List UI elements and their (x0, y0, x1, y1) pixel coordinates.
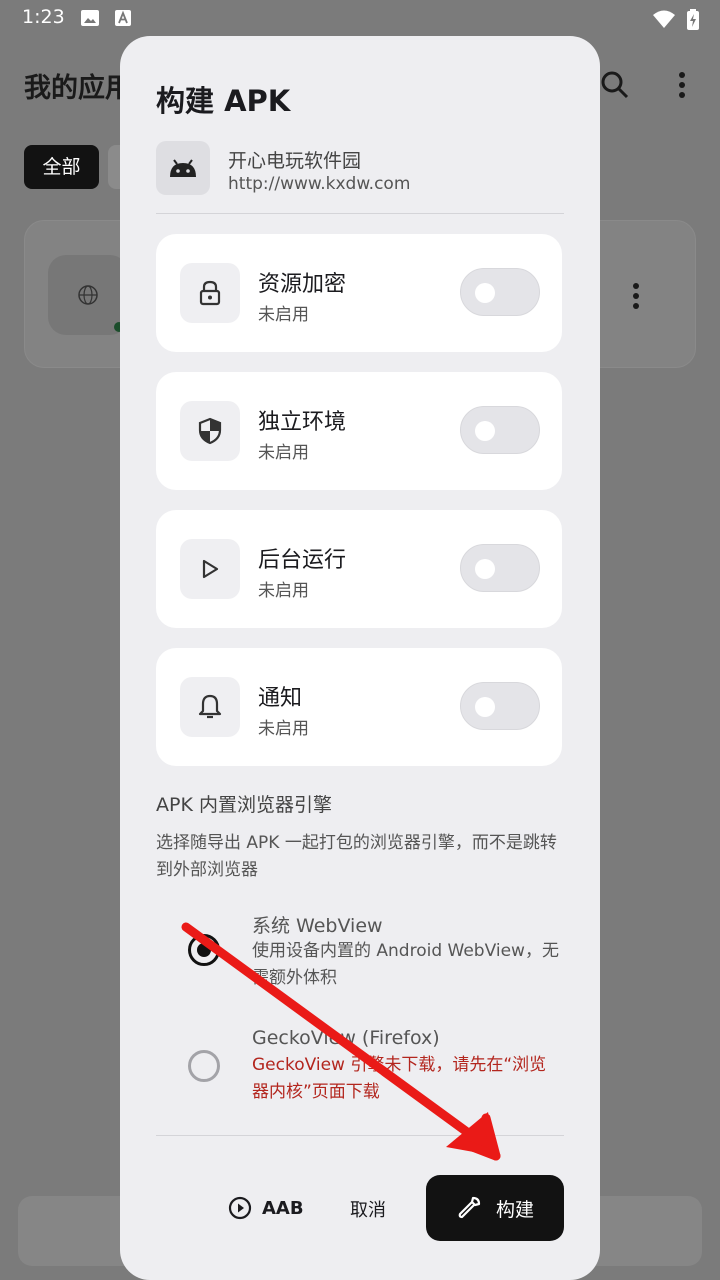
notification-toggle[interactable] (460, 682, 540, 730)
shield-icon (198, 417, 222, 445)
option-status: 未启用 (258, 305, 309, 325)
option-icon-box (180, 539, 240, 599)
card-more-icon (633, 283, 639, 309)
android-icon (170, 159, 196, 177)
option-notification: 通知 未启用 (156, 648, 562, 766)
font-notification-icon (115, 10, 131, 26)
build-button[interactable]: 构建 (426, 1175, 564, 1241)
more-icon (679, 72, 685, 98)
geckoview-title[interactable]: GeckoView (Firefox) (252, 1027, 440, 1049)
isolated-environment-toggle[interactable] (460, 406, 540, 454)
option-title: 独立环境 (258, 410, 347, 435)
engine-section-title: APK 内置浏览器引擎 (156, 794, 332, 816)
cancel-button[interactable]: 取消 (350, 1196, 386, 1222)
system-webview-description: 使用设备内置的 Android WebView，无需额外体积 (252, 941, 559, 988)
divider (156, 1135, 564, 1136)
status-bar: 1:23 (0, 0, 720, 36)
app-name: 开心电玩软件园 (228, 150, 362, 172)
option-icon-box (180, 401, 240, 461)
app-url: http://www.kxdw.com (228, 174, 411, 194)
search-icon (601, 71, 629, 99)
app-icon (156, 141, 210, 195)
geckoview-error-message: GeckoView 引擎未下载，请先在“浏览器内核”页面下载 (252, 1055, 547, 1102)
system-webview-radio[interactable] (188, 934, 220, 966)
option-status: 未启用 (258, 581, 309, 601)
option-title: 后台运行 (258, 548, 347, 573)
build-apk-dialog: 构建 APK 开心电玩软件园 http://www.kxdw.com 资源加密 … (120, 36, 600, 1280)
battery-icon (687, 9, 699, 30)
toggle-knob (475, 559, 495, 579)
play-icon (202, 559, 219, 579)
filter-chip-all: 全部 (24, 145, 99, 189)
divider (156, 213, 564, 214)
aab-button[interactable]: AAB (228, 1192, 304, 1224)
toggle-knob (475, 421, 495, 441)
option-title: 通知 (258, 686, 303, 711)
toggle-knob (475, 697, 495, 717)
engine-section-description: 选择随导出 APK 一起打包的浏览器引擎，而不是跳转到外部浏览器 (156, 833, 557, 880)
option-resource-encryption: 资源加密 未启用 (156, 234, 562, 352)
bell-icon (198, 694, 222, 719)
status-time: 1:23 (22, 6, 65, 28)
option-icon-box (180, 263, 240, 323)
option-status: 未启用 (258, 443, 309, 463)
option-title: 资源加密 (258, 272, 347, 297)
background-page-title: 我的应用 (24, 73, 132, 104)
option-icon-box (180, 677, 240, 737)
wrench-icon (458, 1196, 481, 1219)
image-notification-icon (81, 10, 99, 26)
lock-icon (199, 280, 221, 306)
option-background-run: 后台运行 未启用 (156, 510, 562, 628)
play-circle-icon (228, 1196, 252, 1220)
wifi-icon (653, 10, 675, 28)
system-webview-title[interactable]: 系统 WebView (252, 911, 383, 938)
toggle-knob (475, 283, 495, 303)
option-isolated-environment: 独立环境 未启用 (156, 372, 562, 490)
dialog-title: 构建 APK (156, 84, 291, 118)
geckoview-radio[interactable] (188, 1050, 220, 1082)
background-run-toggle[interactable] (460, 544, 540, 592)
build-label: 构建 (495, 1198, 534, 1221)
aab-label: AAB (262, 1197, 304, 1219)
option-status: 未启用 (258, 719, 309, 739)
resource-encryption-toggle[interactable] (460, 268, 540, 316)
